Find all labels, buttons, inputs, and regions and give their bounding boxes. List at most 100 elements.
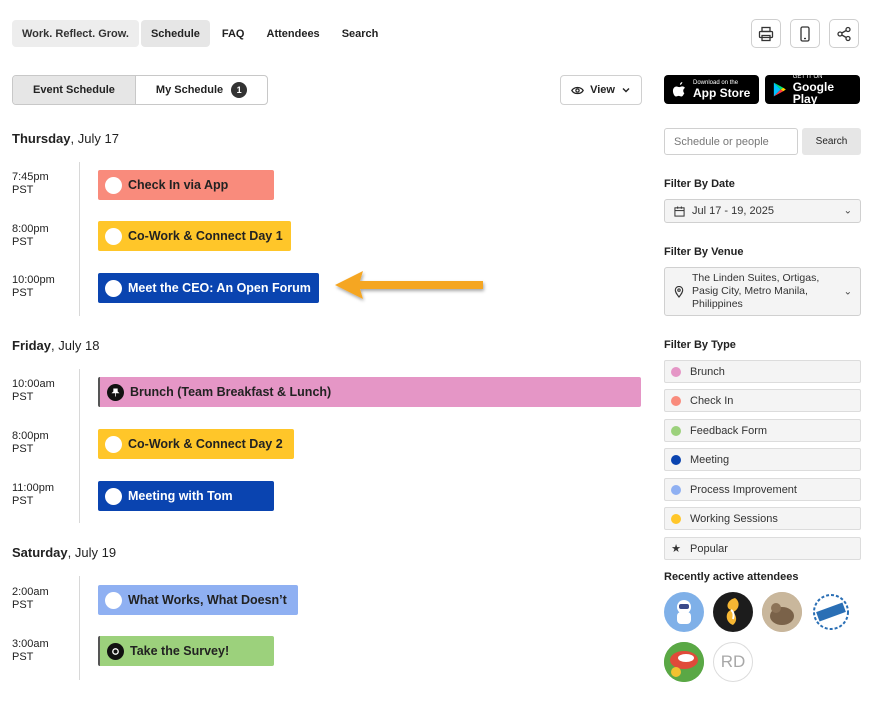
add-to-schedule-icon[interactable]	[105, 176, 122, 194]
add-to-schedule-icon[interactable]	[105, 279, 122, 297]
event-meet-ceo[interactable]: Meet the CEO: An Open Forum	[98, 273, 319, 303]
filter-date-label: Filter By Date	[664, 178, 735, 190]
mobile-button[interactable]	[790, 19, 820, 48]
day-heading: Friday, July 18	[12, 338, 99, 353]
event-time: 8:00pm PST	[12, 430, 49, 455]
type-filter-meeting[interactable]: Meeting	[664, 448, 861, 471]
google-play-icon	[773, 82, 786, 97]
type-filter-process-improvement[interactable]: Process Improvement	[664, 478, 861, 501]
event-title: Check In via App	[128, 178, 229, 192]
type-label: Process Improvement	[690, 483, 797, 496]
avatar[interactable]	[664, 642, 704, 682]
attendees-label: Recently active attendees	[664, 571, 799, 583]
type-color-dot	[671, 366, 681, 377]
google-play-button[interactable]: GET IT ON Google Play	[765, 74, 860, 106]
venue-filter-select[interactable]: The Linden Suites, Ortigas, Pasig City, …	[664, 267, 861, 316]
type-label: Check In	[690, 394, 734, 407]
annotation-arrow	[335, 271, 483, 299]
pin-icon[interactable]	[107, 383, 124, 401]
calendar-icon	[674, 205, 685, 217]
tab-faq[interactable]: FAQ	[212, 20, 255, 47]
date-filter-select[interactable]: Jul 17 - 19, 2025 ⌄	[664, 199, 861, 223]
filter-venue-label: Filter By Venue	[664, 246, 744, 258]
search-input[interactable]: Schedule or people	[664, 128, 798, 155]
day-weekday: Saturday	[12, 545, 68, 560]
event-time: 2:00am PST	[12, 586, 49, 611]
event-time: 7:45pm PST	[12, 171, 49, 196]
event-check-in[interactable]: Check In via App	[98, 170, 274, 200]
day-date: , July 19	[67, 545, 117, 560]
event-title: Brunch (Team Breakfast & Lunch)	[130, 385, 332, 399]
avatar[interactable]	[762, 592, 802, 632]
phone-icon	[800, 25, 810, 42]
event-time: 10:00am PST	[12, 378, 55, 403]
add-to-schedule-icon[interactable]	[105, 227, 122, 245]
filter-type-label: Filter By Type	[664, 339, 736, 351]
timeline-divider	[79, 576, 80, 680]
chevron-down-icon	[622, 88, 630, 93]
type-filter-brunch[interactable]: Brunch	[664, 360, 861, 383]
tab-schedule[interactable]: Schedule	[140, 20, 210, 47]
tab-search[interactable]: Search	[332, 20, 389, 47]
add-to-schedule-icon[interactable]	[105, 591, 122, 609]
add-to-schedule-icon[interactable]	[105, 435, 122, 453]
type-label: Working Sessions	[690, 512, 778, 525]
share-button[interactable]	[829, 19, 859, 48]
google-play-big: Google Play	[792, 80, 835, 106]
timeline-divider	[79, 369, 80, 523]
top-nav: Work. Reflect. Grow. Schedule FAQ Attend…	[12, 20, 388, 47]
tab-attendees[interactable]: Attendees	[257, 20, 330, 47]
event-title: What Works, What Doesn’t	[128, 593, 287, 607]
venue-filter-value: The Linden Suites, Ortigas, Pasig City, …	[692, 272, 820, 310]
date-filter-value: Jul 17 - 19, 2025	[692, 205, 774, 217]
day-heading: Thursday, July 17	[12, 131, 119, 146]
event-title: Co-Work & Connect Day 1	[128, 229, 283, 243]
top-actions	[751, 19, 859, 48]
event-title: Co-Work & Connect Day 2	[128, 437, 283, 451]
eye-icon	[571, 86, 584, 94]
event-schedule-tab[interactable]: Event Schedule	[13, 76, 136, 104]
my-schedule-tab[interactable]: My Schedule 1	[136, 76, 267, 104]
avatar[interactable]	[664, 592, 704, 632]
day-weekday: Thursday	[12, 131, 71, 146]
avatar[interactable]	[713, 592, 753, 632]
avatar-initials[interactable]: RD	[713, 642, 753, 682]
survey-icon[interactable]	[107, 642, 124, 660]
type-filter-check-in[interactable]: Check In	[664, 389, 861, 412]
event-title: Meet the CEO: An Open Forum	[128, 281, 311, 295]
day-date: , July 18	[51, 338, 100, 353]
event-survey[interactable]: Take the Survey!	[98, 636, 274, 666]
type-filter-feedback-form[interactable]: Feedback Form	[664, 419, 861, 442]
event-cowork-day1[interactable]: Co-Work & Connect Day 1	[98, 221, 291, 251]
add-to-schedule-icon[interactable]	[105, 487, 122, 505]
app-store-big: App Store	[693, 86, 751, 100]
app-store-button[interactable]: Download on the App Store	[664, 75, 759, 104]
chevron-down-icon: ⌄	[843, 286, 852, 297]
day-weekday: Friday	[12, 338, 52, 353]
event-title: Meeting with Tom	[128, 489, 233, 503]
type-filter-working-sessions[interactable]: Working Sessions	[664, 507, 861, 530]
event-meeting-tom[interactable]: Meeting with Tom	[98, 481, 274, 511]
printer-icon	[758, 26, 774, 41]
view-dropdown[interactable]: View	[560, 75, 642, 105]
event-cowork-day2[interactable]: Co-Work & Connect Day 2	[98, 429, 294, 459]
type-filter-popular[interactable]: ★ Popular	[664, 537, 861, 560]
event-brunch[interactable]: Brunch (Team Breakfast & Lunch)	[98, 377, 641, 407]
type-label: Brunch	[690, 365, 725, 378]
location-pin-icon	[674, 285, 684, 298]
nav-brand[interactable]: Work. Reflect. Grow.	[12, 20, 139, 47]
search-button[interactable]: Search	[802, 128, 861, 155]
type-color-dot	[671, 454, 681, 465]
type-label: Feedback Form	[690, 424, 768, 437]
day-heading: Saturday, July 19	[12, 545, 116, 560]
print-button[interactable]	[751, 19, 781, 48]
type-color-dot	[671, 484, 681, 495]
type-color-dot	[671, 395, 681, 406]
share-icon	[837, 26, 851, 41]
chevron-down-icon: ⌄	[843, 205, 852, 217]
avatar[interactable]	[811, 592, 851, 632]
event-what-works[interactable]: What Works, What Doesn’t	[98, 585, 298, 615]
apple-icon	[672, 82, 685, 97]
event-time: 3:00am PST	[12, 638, 49, 663]
event-title: Take the Survey!	[130, 644, 230, 658]
